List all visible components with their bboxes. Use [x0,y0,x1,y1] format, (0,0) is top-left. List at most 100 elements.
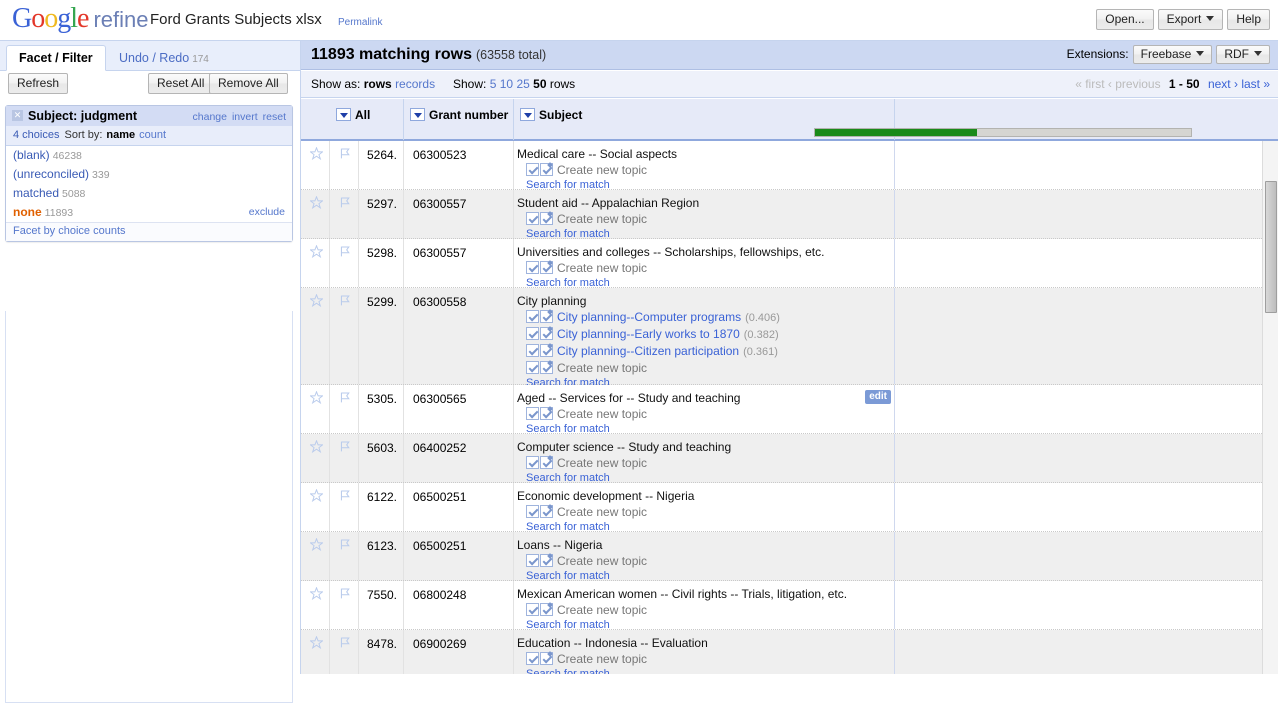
row-star-cell[interactable] [301,630,330,674]
column-header-all[interactable]: All [330,99,404,140]
match-all-identical-checkbox[interactable] [540,163,553,176]
table-row[interactable]: 5264. 06300523 Medical care -- Social aspe… [301,141,1262,191]
pagination-previous[interactable]: ‹ previous [1108,77,1161,91]
facet-choice-exclude-link[interactable]: exclude [249,206,285,218]
match-this-cell-checkbox[interactable] [526,310,539,323]
facet-choice-unreconciled[interactable]: (unreconciled) 339 [6,165,292,184]
grant-number-cell[interactable]: 06300523 [404,141,514,189]
table-row[interactable]: 7550. 06800248 Mexican American women -- C… [301,581,1262,631]
match-this-cell-checkbox[interactable] [526,554,539,567]
grant-number-cell[interactable]: 06800248 [404,581,514,629]
remove-all-button[interactable]: Remove All [209,73,288,94]
row-star-cell[interactable] [301,385,330,433]
chevron-down-icon[interactable] [336,108,351,121]
grant-number-cell[interactable]: 06300558 [404,288,514,384]
row-star-cell[interactable] [301,190,330,238]
match-all-identical-checkbox[interactable] [540,554,553,567]
show-as-records[interactable]: records [395,77,435,91]
grant-number-cell[interactable]: 06900269 [404,630,514,674]
subject-cell[interactable]: City planning City planning--Computer pro… [514,288,895,389]
vertical-scrollbar[interactable] [1262,141,1278,674]
row-flag-cell[interactable] [330,630,359,674]
facet-invert-link[interactable]: invert [232,111,258,123]
match-this-cell-checkbox[interactable] [526,212,539,225]
subject-cell[interactable]: Mexican American women -- Civil rights -… [514,581,895,631]
create-new-topic-row[interactable]: Create new topic [516,211,894,227]
match-this-cell-checkbox[interactable] [526,163,539,176]
facet-change-link[interactable]: change [193,111,227,123]
table-row[interactable]: 5297. 06300557 Student aid -- Appalachian … [301,190,1262,240]
row-flag-cell[interactable] [330,141,359,189]
candidate-match[interactable]: City planning--Computer programs (0.406) [516,309,894,326]
match-this-cell-checkbox[interactable] [526,261,539,274]
table-row[interactable]: 8478. 06900269 Education -- Indonesia -- E… [301,630,1262,674]
grant-number-cell[interactable]: 06500251 [404,532,514,580]
match-this-cell-checkbox[interactable] [526,327,539,340]
row-flag-cell[interactable] [330,532,359,580]
grant-number-cell[interactable]: 06300565 [404,385,514,433]
row-flag-cell[interactable] [330,385,359,433]
row-star-cell[interactable] [301,288,330,384]
rows-per-page-25[interactable]: 25 [516,77,529,91]
match-all-identical-checkbox[interactable] [540,456,553,469]
match-all-identical-checkbox[interactable] [540,603,553,616]
chevron-down-icon[interactable] [410,108,425,121]
subject-cell[interactable]: Universities and colleges -- Scholarship… [514,239,895,289]
table-row[interactable]: 5299. 06300558 City planning City planning-… [301,288,1262,389]
rows-per-page-5[interactable]: 5 [490,77,497,91]
match-all-identical-checkbox[interactable] [540,652,553,665]
row-flag-cell[interactable] [330,239,359,287]
close-icon[interactable]: ✕ [12,110,23,121]
table-row[interactable]: 5305. 06300565 Aged -- Services for -- Stu… [301,385,1262,435]
create-new-topic-row[interactable]: Create new topic [516,162,894,178]
row-star-cell[interactable] [301,239,330,287]
create-new-topic-row[interactable]: Create new topic [516,455,894,471]
subject-cell[interactable]: Economic development -- Nigeria Create ne… [514,483,895,533]
open-button[interactable]: Open... [1096,9,1154,30]
grant-number-cell[interactable]: 06400252 [404,434,514,482]
pagination-first[interactable]: « first [1075,77,1104,91]
create-new-topic-row[interactable]: Create new topic [516,360,894,376]
candidate-match[interactable]: City planning--Early works to 1870 (0.382… [516,326,894,343]
table-row[interactable]: 6122. 06500251 Economic development -- Nig… [301,483,1262,533]
search-for-match-link[interactable]: Search for match [516,667,894,674]
grant-number-cell[interactable]: 06300557 [404,190,514,238]
row-star-cell[interactable] [301,532,330,580]
table-row[interactable]: 5603. 06400252 Computer science -- Study a… [301,434,1262,484]
freebase-extension-button[interactable]: Freebase [1132,45,1213,64]
rows-per-page-50[interactable]: 50 [533,77,546,91]
tab-undo-redo[interactable]: Undo / Redo 174 [106,45,222,71]
chevron-down-icon[interactable] [520,108,535,121]
pagination-last[interactable]: last » [1241,77,1270,91]
match-this-cell-checkbox[interactable] [526,652,539,665]
match-all-identical-checkbox[interactable] [540,261,553,274]
match-all-identical-checkbox[interactable] [540,310,553,323]
permalink-link[interactable]: Permalink [338,17,382,28]
row-flag-cell[interactable] [330,190,359,238]
facet-reset-link[interactable]: reset [263,111,286,123]
match-all-identical-checkbox[interactable] [540,505,553,518]
edit-badge[interactable]: edit [865,390,891,404]
refresh-button[interactable]: Refresh [8,73,69,94]
grant-number-cell[interactable]: 06300557 [404,239,514,287]
match-this-cell-checkbox[interactable] [526,505,539,518]
subject-cell[interactable]: Computer science -- Study and teaching Cr… [514,434,895,484]
sort-by-count[interactable]: count [139,129,166,141]
match-this-cell-checkbox[interactable] [526,407,539,420]
match-all-identical-checkbox[interactable] [540,327,553,340]
table-row[interactable]: 5298. 06300557 Universities and colleges -… [301,239,1262,289]
row-star-cell[interactable] [301,483,330,531]
create-new-topic-row[interactable]: Create new topic [516,651,894,667]
vertical-scrollbar-thumb[interactable] [1265,181,1277,313]
create-new-topic-row[interactable]: Create new topic [516,406,894,422]
facet-choice-none[interactable]: none 11893 exclude [6,203,292,222]
pagination-next[interactable]: next › [1208,77,1238,91]
row-flag-cell[interactable] [330,581,359,629]
rdf-extension-button[interactable]: RDF [1216,45,1270,64]
row-star-cell[interactable] [301,141,330,189]
tab-facet-filter[interactable]: Facet / Filter [6,45,106,71]
facet-by-choice-counts-link[interactable]: Facet by choice counts [13,225,126,237]
subject-cell[interactable]: Loans -- Nigeria Create new topic Search f… [514,532,895,582]
match-all-identical-checkbox[interactable] [540,407,553,420]
create-new-topic-row[interactable]: Create new topic [516,260,894,276]
